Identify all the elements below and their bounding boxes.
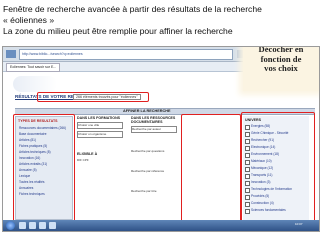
eligible-heading: ELIGIBLE À [77,152,98,156]
start-button-icon[interactable] [6,221,15,230]
taskbar: 10:07 [3,220,319,231]
ressources-column: DANS LES RESSOURCES DOCUMENTAIRES Recher… [131,116,179,216]
clock: 10:07 [295,222,303,226]
caption-line-1: Fenêtre de recherche avancée à partir de… [3,4,262,14]
city-select[interactable]: Choisir une ville [77,122,123,129]
callout-line-3: vos choix [264,63,298,73]
ressources-heading: DANS LES RESSOURCES DOCUMENTAIRES [131,116,176,124]
slide-caption: Fenêtre de recherche avancée à partir de… [3,4,319,37]
ressources-line[interactable]: Recherche par questions [131,149,179,153]
media-icon[interactable] [39,222,46,229]
callout-note: Décocher en fonction de vos choix [243,47,319,91]
formations-heading: DANS LES FORMATIONS [77,116,121,120]
app-icon[interactable] [49,222,56,229]
browser-icon[interactable] [29,222,36,229]
back-button[interactable] [6,50,16,58]
organisme-select[interactable]: Choisir un organisme [77,131,123,138]
highlight-box-results [37,92,149,102]
web-page: RÉSULTATS DE VOTRE RECHERCHE 266 élément… [3,72,319,222]
eligible-options[interactable]: DIF CPF [77,158,133,162]
address-bar[interactable]: http://www.biblio.../search?q=eoliennes [19,49,233,60]
explorer-icon[interactable] [19,222,26,229]
ressources-line[interactable]: Recherche par titre [131,189,179,193]
highlight-box-middle [181,114,241,222]
site-logo [13,76,57,92]
caption-line-3: La zone du milieu peut être remplie pour… [3,26,233,36]
caption-line-2: « éoliennes » [3,15,55,25]
screenshot-frame: http://www.biblio.../search?q=eoliennes … [2,46,320,232]
formations-column: DANS LES FORMATIONS Choisir une ville Ch… [77,116,133,216]
ressources-line[interactable]: Recherche par référence [131,169,179,173]
browser-tab[interactable]: Eoliennes: Tout savoir sur E... [6,63,61,72]
refine-title: AFFINER LA RECHERCHE [123,109,171,113]
highlight-box-univers [241,112,315,222]
highlight-box-result-types [13,114,75,222]
auteur-select[interactable]: Recherche par auteur [131,126,177,133]
